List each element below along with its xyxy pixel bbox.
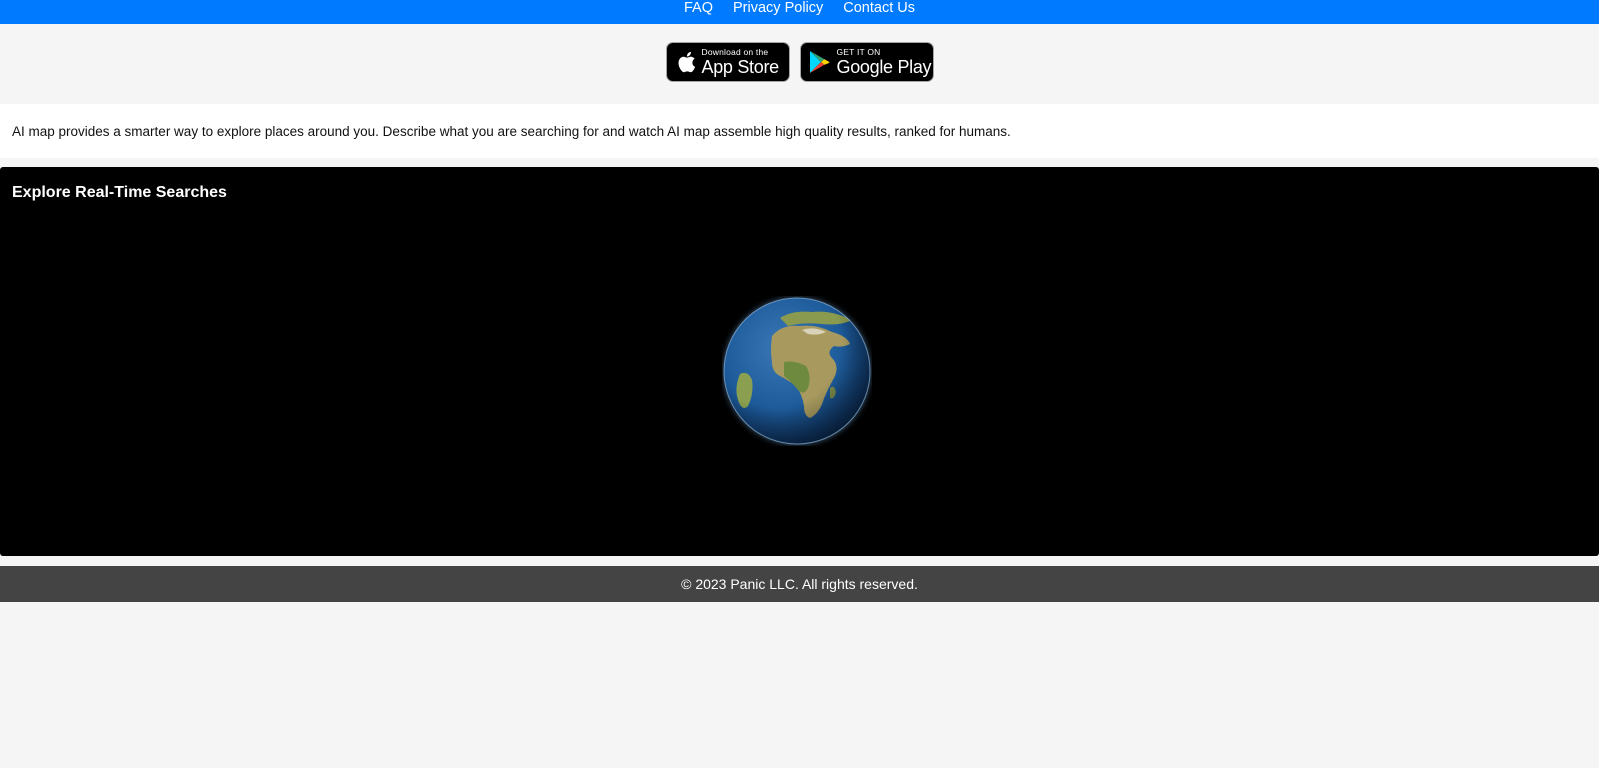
app-store-big-text: App Store bbox=[701, 57, 780, 77]
explore-title: Explore Real-Time Searches bbox=[12, 184, 227, 201]
google-play-small-text: GET IT ON bbox=[836, 47, 881, 57]
app-store-button[interactable]: Download on the App Store bbox=[665, 42, 790, 82]
google-play-big-text: Google Play bbox=[836, 57, 932, 77]
google-play-icon bbox=[809, 50, 831, 74]
nav-link-contact-us[interactable]: Contact Us bbox=[843, 0, 915, 16]
description-section: AI map provides a smarter way to explore… bbox=[0, 104, 1599, 158]
app-badges: Download on the App Store GET IT ON Goog… bbox=[0, 42, 1599, 82]
explore-section: Explore Real-Time Searches bbox=[0, 167, 1599, 556]
description-text: AI map provides a smarter way to explore… bbox=[12, 123, 1011, 139]
apple-icon bbox=[676, 50, 696, 74]
app-store-small-text: Download on the bbox=[701, 47, 769, 57]
footer: © 2023 Panic LLC. All rights reserved. bbox=[0, 566, 1599, 602]
nav-link-privacy-policy[interactable]: Privacy Policy bbox=[733, 0, 823, 16]
top-nav: FAQ Privacy Policy Contact Us bbox=[0, 0, 1599, 24]
copyright-text: © 2023 Panic LLC. All rights reserved. bbox=[681, 576, 918, 592]
nav-link-faq[interactable]: FAQ bbox=[684, 0, 713, 16]
globe-icon[interactable] bbox=[722, 296, 872, 446]
google-play-button[interactable]: GET IT ON Google Play bbox=[799, 42, 934, 82]
